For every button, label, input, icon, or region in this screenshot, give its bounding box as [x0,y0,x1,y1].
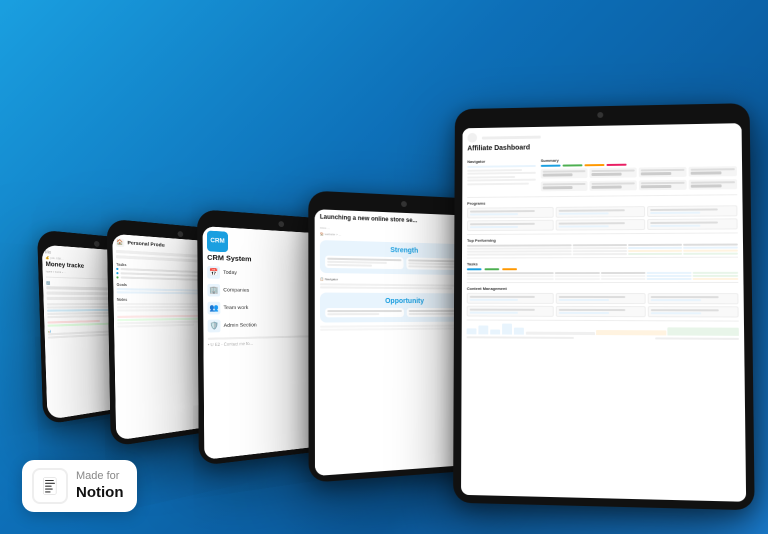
made-for-label: Made for [76,470,123,483]
notion-logo [32,468,68,504]
camera-dot [94,241,100,247]
tablet-screen-5: Affiliate Dashboard Navigator [461,123,746,502]
camera-dot-5 [597,112,603,118]
affiliate-screen-content: Affiliate Dashboard Navigator [462,123,745,345]
notion-badge: Made for Notion [22,460,137,512]
notion-brand-label: Notion [76,484,123,502]
notion-badge-text: Made for Notion [76,470,123,501]
camera-dot-4 [401,201,407,207]
camera-dot-3 [278,221,284,227]
main-scene: Mo 💰 you can... Money tracke home • home… [0,0,768,534]
affiliate-title: Affiliate Dashboard [467,141,736,152]
tablet-affiliate-dashboard: Affiliate Dashboard Navigator [453,103,755,510]
camera-dot-2 [177,231,183,237]
